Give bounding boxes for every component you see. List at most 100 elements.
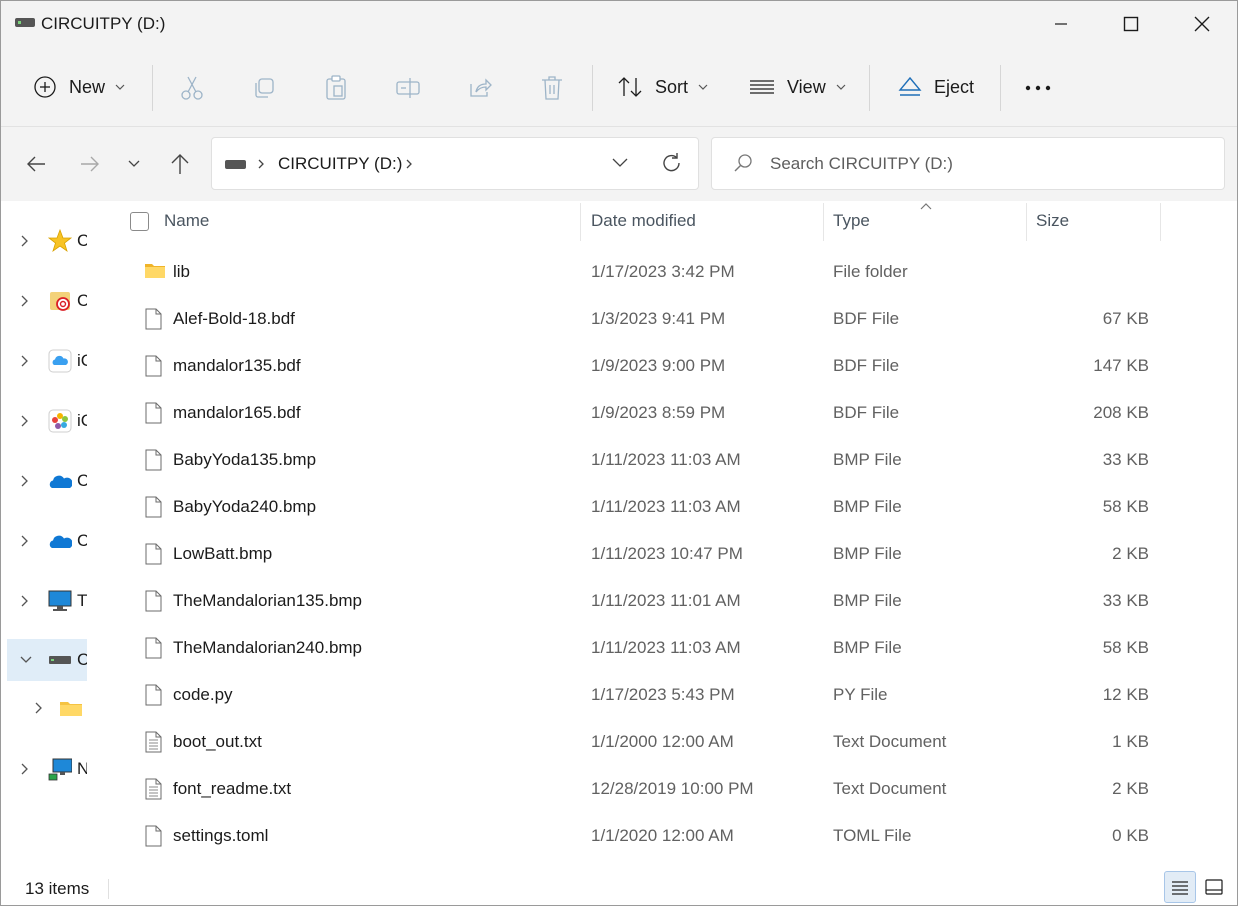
nav-item-network[interactable]: N [1, 739, 87, 799]
file-size: 2 KB [1112, 779, 1149, 798]
back-button[interactable] [21, 149, 51, 179]
file-row[interactable]: settings.toml 1/1/2020 12:00 AM TOML File 0… [89, 813, 1159, 860]
details-view-button[interactable] [1164, 871, 1196, 903]
file-row[interactable]: mandalor165.bdf 1/9/2023 8:59 PM BDF File 2… [89, 390, 1159, 437]
status-divider [108, 879, 109, 899]
cut-button[interactable] [179, 75, 205, 101]
file-explorer-window: CIRCUITPY (D:) New Sort View Eject CIRCU… [0, 0, 1238, 906]
address-bar[interactable]: CIRCUITPY (D:) [211, 137, 699, 190]
file-row[interactable]: lib 1/17/2023 3:42 PM File folder [89, 249, 1159, 296]
item-count: 13 items [25, 879, 90, 898]
file-icon [145, 355, 162, 377]
column-header-name[interactable]: Name [164, 211, 209, 231]
file-row[interactable]: boot_out.txt 1/1/2000 12:00 AM Text Docume… [89, 719, 1159, 766]
file-row[interactable]: code.py 1/17/2023 5:43 PM PY File 12 KB [89, 672, 1159, 719]
chevron-down-icon [115, 84, 125, 90]
chevron-down-icon[interactable] [19, 654, 33, 666]
file-row[interactable]: BabyYoda240.bmp 1/11/2023 11:03 AM BMP Fil… [89, 484, 1159, 531]
chevron-right-icon[interactable] [19, 474, 31, 488]
nav-item-creative-cloud[interactable]: C [1, 271, 87, 331]
nav-item-lib-folder[interactable] [1, 688, 87, 728]
chevron-right-icon[interactable] [19, 762, 31, 776]
address-row: CIRCUITPY (D:) [1, 127, 1237, 201]
file-row[interactable]: font_readme.txt 12/28/2019 10:00 PM Text D… [89, 766, 1159, 813]
copy-icon [255, 78, 274, 98]
chevron-right-icon[interactable] [19, 594, 31, 608]
file-icon [145, 684, 162, 706]
file-row[interactable]: TheMandalorian240.bmp 1/11/2023 11:03 AM B… [89, 625, 1159, 672]
file-name: TheMandalorian135.bmp [173, 591, 363, 610]
chevron-right-icon[interactable] [19, 294, 31, 308]
icloud-photos-icon [48, 409, 72, 433]
nav-item-label: T [77, 591, 87, 610]
file-row[interactable]: BabyYoda135.bmp 1/11/2023 11:03 AM BMP Fil… [89, 437, 1159, 484]
address-path[interactable]: CIRCUITPY (D:) [278, 154, 402, 174]
recent-locations-button[interactable] [119, 149, 149, 179]
star-icon [48, 229, 72, 253]
file-icon [145, 590, 162, 612]
copy-button[interactable] [251, 75, 277, 101]
nav-item-onedrive-2[interactable]: C [1, 511, 87, 571]
column-header-type[interactable]: Type [833, 211, 870, 231]
scissors-icon [181, 76, 203, 100]
close-button[interactable] [1167, 1, 1237, 47]
chevron-down-icon[interactable] [610, 153, 630, 173]
search-box[interactable] [711, 137, 1225, 190]
column-divider[interactable] [1026, 203, 1027, 241]
column-header-size[interactable]: Size [1036, 211, 1069, 231]
chevron-right-icon[interactable] [19, 354, 31, 368]
forward-button[interactable] [75, 149, 105, 179]
file-name: lib [173, 262, 191, 281]
view-button[interactable]: View [749, 67, 846, 107]
new-button[interactable]: New [33, 67, 125, 107]
navigation-pane: C C iC iC C C T [1, 201, 89, 867]
large-icons-view-button[interactable] [1198, 871, 1230, 903]
select-all-checkbox[interactable] [130, 212, 149, 231]
column-divider[interactable] [823, 203, 824, 241]
chevron-right-icon[interactable] [33, 701, 45, 715]
file-date-modified: 1/9/2023 8:59 PM [591, 403, 726, 422]
file-name: LowBatt.bmp [173, 544, 273, 563]
file-type: Text Document [833, 779, 947, 798]
toolbar-divider [152, 65, 153, 111]
file-icon [145, 496, 162, 518]
delete-button[interactable] [539, 75, 565, 101]
maximize-button[interactable] [1096, 1, 1166, 47]
chevron-right-icon[interactable] [19, 414, 31, 428]
nav-item-icloud-drive[interactable]: iC [1, 331, 87, 391]
chevron-right-icon[interactable] [19, 234, 31, 248]
column-header-date[interactable]: Date modified [591, 211, 696, 231]
file-row[interactable]: mandalor135.bdf 1/9/2023 9:00 PM BDF File 1… [89, 343, 1159, 390]
column-divider[interactable] [1160, 203, 1161, 241]
eject-button[interactable]: Eject [898, 67, 974, 107]
file-date-modified: 1/9/2023 9:00 PM [591, 356, 726, 375]
toolbar-divider [592, 65, 593, 111]
file-type: BMP File [833, 544, 902, 563]
nav-item-icloud-photos[interactable]: iC [1, 391, 87, 451]
file-date-modified: 1/1/2020 12:00 AM [591, 826, 734, 845]
file-date-modified: 1/1/2000 12:00 AM [591, 732, 734, 751]
nav-item-circuitpy-drive[interactable]: C [7, 639, 87, 681]
file-size: 58 KB [1102, 638, 1149, 657]
nav-item-onedrive[interactable]: C [1, 451, 87, 511]
file-row[interactable]: Alef-Bold-18.bdf 1/3/2023 9:41 PM BDF File… [89, 296, 1159, 343]
chevron-right-icon[interactable] [19, 534, 31, 548]
file-row[interactable]: TheMandalorian135.bmp 1/11/2023 11:01 AM B… [89, 578, 1159, 625]
rename-button[interactable] [395, 75, 421, 101]
paste-button[interactable] [323, 75, 349, 101]
refresh-icon[interactable] [660, 151, 684, 175]
column-divider[interactable] [580, 203, 581, 241]
minimize-button[interactable] [1026, 1, 1096, 47]
nav-item-quick-access[interactable]: C [1, 211, 87, 271]
up-button[interactable] [165, 149, 195, 179]
sort-label: Sort [655, 76, 689, 97]
more-options-button[interactable] [1025, 75, 1051, 101]
file-row[interactable]: LowBatt.bmp 1/11/2023 10:47 PM BMP File 2 K… [89, 531, 1159, 578]
share-button[interactable] [467, 75, 493, 101]
sort-button[interactable]: Sort [617, 67, 708, 107]
file-size: 2 KB [1112, 544, 1149, 563]
chevron-down-icon [836, 84, 846, 90]
nav-item-label: C [77, 471, 87, 491]
nav-item-this-pc[interactable]: T [1, 571, 87, 631]
search-input[interactable] [770, 152, 1200, 176]
